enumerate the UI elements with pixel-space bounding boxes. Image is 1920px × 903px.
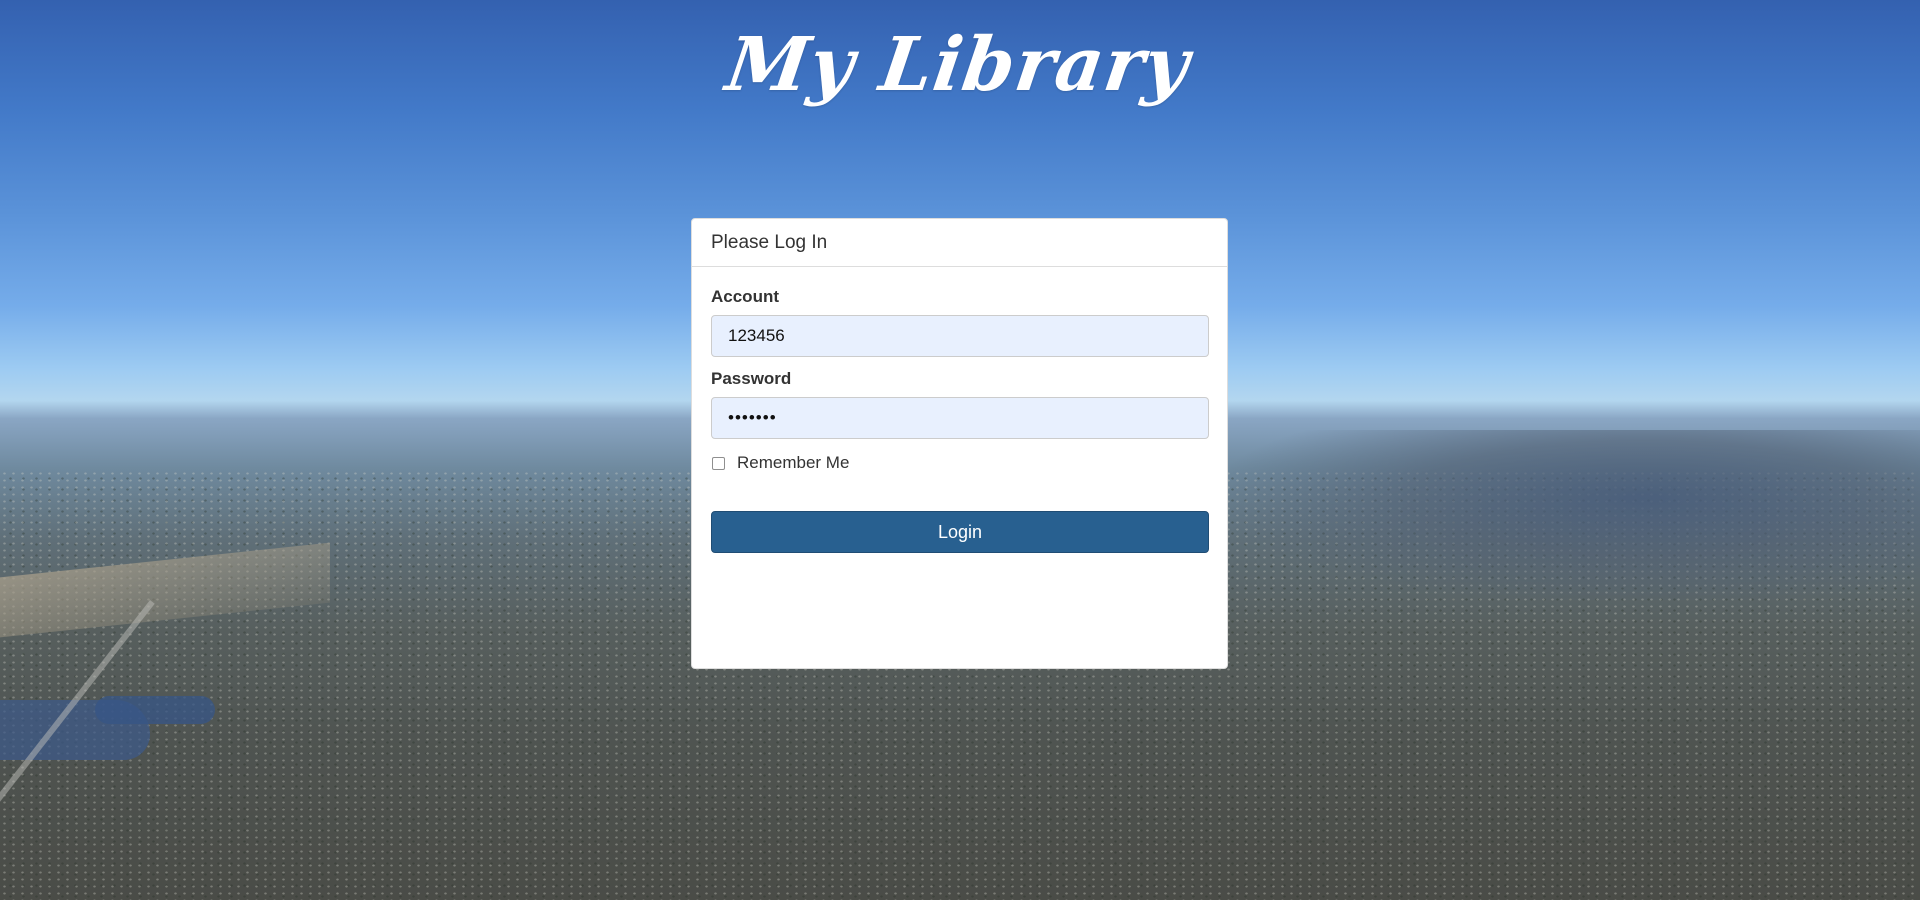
login-panel: Please Log In Account Password Remember … (691, 218, 1228, 669)
remember-me-row[interactable]: Remember Me (711, 451, 1208, 475)
site-title: My Library (721, 22, 1195, 108)
login-button[interactable]: Login (711, 511, 1209, 553)
password-input[interactable] (711, 397, 1209, 439)
account-label: Account (711, 287, 779, 306)
login-page: My Library Please Log In Account Passwor… (0, 0, 1920, 903)
panel-heading: Please Log In (692, 219, 1227, 267)
login-form: Account Password Remember Me Login (692, 267, 1227, 553)
remember-me-label[interactable]: Remember Me (737, 453, 849, 473)
remember-me-checkbox[interactable] (712, 456, 725, 470)
account-input[interactable] (711, 315, 1209, 357)
password-label: Password (711, 369, 792, 388)
background-mountains (1230, 430, 1920, 600)
background-pond (95, 696, 215, 724)
